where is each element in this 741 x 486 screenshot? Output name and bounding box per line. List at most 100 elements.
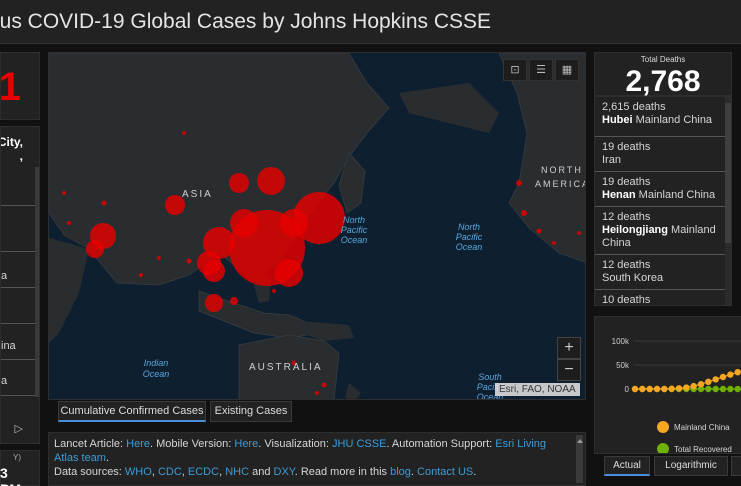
bubble-2[interactable] [182,131,186,135]
chart-y-tick-label: 100k [612,337,630,346]
contact-us-link[interactable]: Contact US [417,466,473,478]
chart-data-point [727,385,734,393]
blog-link[interactable]: blog [390,466,411,478]
bubble-11[interactable] [521,210,527,216]
list-item[interactable]: 19 deaths Iran [595,137,731,172]
label-npo2-2: Pacific [456,232,483,242]
who-link[interactable]: WHO [125,466,152,478]
lancet-link[interactable]: Here [126,438,150,450]
total-deaths-label: Total Deaths [640,55,686,64]
list-divider [1,323,37,324]
nhc-link[interactable]: NHC [225,466,249,478]
mobile-version-link[interactable]: Here [234,438,258,450]
tab-logarithmic[interactable]: Logarithmic [654,456,728,476]
bubble-14[interactable] [577,231,581,235]
qr-code-icon[interactable]: ▦ [555,59,579,81]
bookmark-icon[interactable]: ⊡ [503,59,527,81]
bubble-china-2[interactable] [229,173,249,193]
total-deaths-panel: Total Deaths 2,768 [594,52,732,98]
label-npo2-1: North [458,222,480,232]
chart-data-point [697,381,705,388]
list-item[interactable]: 2,615 deaths Hubei Mainland China [595,97,731,137]
chart-data-point [705,378,712,385]
chart-data-point [734,369,741,376]
info-scrollbar[interactable] [576,435,583,483]
list-item[interactable]: a [1,270,7,282]
zoom-out-button[interactable]: − [557,359,581,381]
bubble-5[interactable] [139,273,143,277]
list-scrollbar[interactable] [35,167,39,397]
bubble-1[interactable] [101,200,107,206]
ecdc-link[interactable]: ECDC [188,466,219,478]
label-north-america-2: AMERICA [535,179,586,189]
bubble-6[interactable] [272,289,276,293]
title-bar: irus COVID-19 Global Cases by Johns Hopk… [0,0,741,44]
list-item[interactable]: ina [1,340,16,352]
confirmed-by-region-panel: City, , a ina a ▷ [0,126,40,444]
bubble-10[interactable] [516,180,522,186]
bubble-15[interactable] [62,191,66,195]
bubble-malaysia[interactable] [230,297,238,305]
map-attribution: Esri, FAO, NOAA [495,383,580,396]
chart-data-point [653,385,661,393]
chart-data-point [734,385,741,393]
cases-chart: 100k 50k 0 Mainland China Total Recovered [612,337,741,453]
chart-data-point [712,376,719,383]
tab-existing-cases[interactable]: Existing Cases [210,401,292,422]
chart-data-point [639,385,646,393]
label-npo1-3: Ocean [341,235,368,245]
label-australia: AUSTRALIA [249,362,323,373]
bubble-9[interactable] [315,391,319,395]
list-header: City, , [0,135,23,163]
bubble-heilongjiang[interactable] [257,167,285,195]
bubble-3[interactable] [186,258,192,264]
label-npo1-1: North [343,215,365,225]
chart-data-point [631,385,639,393]
bubble-16[interactable] [67,221,71,225]
deaths-scrollbar-thumb[interactable] [725,103,731,243]
tab-actual[interactable]: Actual [604,456,650,476]
page-title: irus COVID-19 Global Cases by Johns Hopk… [0,10,492,33]
map-canvas[interactable]: ASIA NORTH AMERICA AUSTRALIA North Pacif… [49,53,586,400]
jhu-csse-link[interactable]: JHU CSSE [332,438,386,450]
list-item[interactable]: 10 deaths [595,290,731,305]
chart-data-point [661,385,668,393]
bubble-east-china[interactable] [230,209,258,237]
bubble-middle-east[interactable] [86,240,104,258]
list-divider [1,287,37,288]
bubble-guangdong[interactable] [275,259,303,287]
zoom-in-button[interactable]: + [557,337,581,359]
tab-daily-cases[interactable] [731,456,741,476]
dxy-link[interactable]: DXY [274,466,295,478]
list-item[interactable]: a [1,375,7,387]
list-item[interactable]: 12 deaths Heilongjiang Mainland China [595,207,731,255]
last-updated-label: Y) [13,453,21,462]
bubble-12[interactable] [536,228,542,234]
next-page-icon[interactable]: ▷ [15,422,23,435]
chart-data-point [705,385,712,393]
bubble-4[interactable] [157,256,161,260]
label-asia: ASIA [182,189,213,200]
label-indian-2: Ocean [143,369,170,379]
tab-cumulative-confirmed-cases[interactable]: Cumulative Confirmed Cases [58,401,206,422]
world-map[interactable]: ASIA NORTH AMERICA AUSTRALIA North Pacif… [48,52,586,400]
list-divider [1,359,37,360]
chart-legend-marker [657,443,669,453]
bubble-8[interactable] [321,382,327,388]
list-item[interactable]: 19 deaths Henan Mainland China [595,172,731,207]
chart-legend-label: Mainland China [674,423,730,432]
bubble-singapore[interactable] [205,294,223,312]
chart-legend-marker [657,421,669,433]
cdc-link[interactable]: CDC [158,466,182,478]
bubble-hong-kong[interactable] [203,260,225,282]
chart-data-point [690,382,697,390]
bubble-japan[interactable] [280,209,308,237]
bubble-13[interactable] [552,241,556,245]
chart-data-point [719,373,727,381]
list-icon[interactable]: ☰ [529,59,553,81]
label-npo2-3: Ocean [456,242,483,252]
chart-data-point [683,384,690,391]
chart-data-point [712,385,719,393]
chart-data-point [668,385,675,392]
list-item[interactable]: 12 deaths South Korea [595,255,731,290]
